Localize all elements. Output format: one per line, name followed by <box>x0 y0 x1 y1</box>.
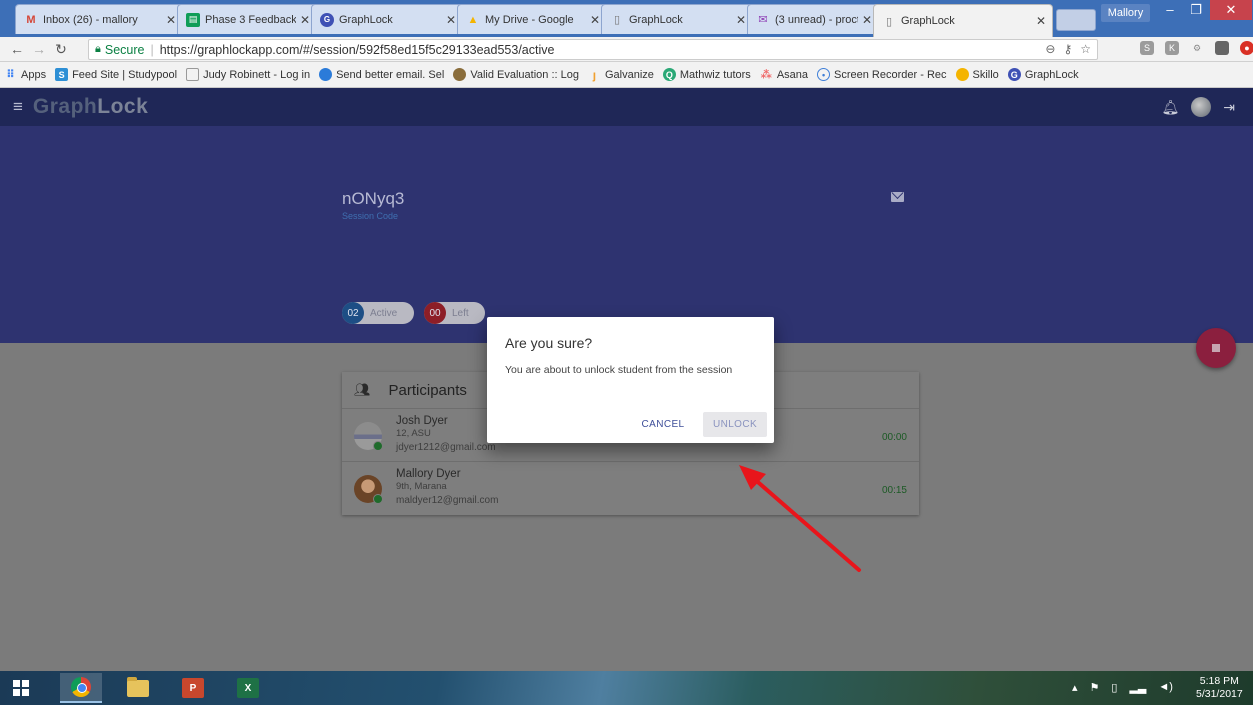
taskbar-chrome[interactable] <box>60 673 102 703</box>
battery-icon[interactable]: ▯ <box>1111 681 1117 694</box>
excel-icon: X <box>237 678 259 698</box>
volume-icon[interactable]: ◄) <box>1158 681 1173 694</box>
chevron-up-icon[interactable]: ▴ <box>1072 681 1078 694</box>
taskbar-clock[interactable]: 5:18 PM 5/31/2017 <box>1196 675 1243 701</box>
taskbar-powerpoint[interactable]: P <box>172 673 214 703</box>
signal-icon[interactable]: ▂▃ <box>1129 681 1146 694</box>
annotation-arrow <box>739 465 861 572</box>
chrome-icon <box>71 677 91 697</box>
windows-start-icon[interactable] <box>13 680 29 696</box>
folder-icon <box>127 676 149 697</box>
network-warning-icon[interactable]: ⚑ <box>1090 681 1100 694</box>
system-tray: ▴ ⚑ ▯ ▂▃ ◄) <box>1072 681 1173 694</box>
windows-taskbar: P X ▴ ⚑ ▯ ▂▃ ◄) 5:18 PM 5/31/2017 <box>0 671 1253 705</box>
taskbar-excel[interactable]: X <box>227 673 269 703</box>
powerpoint-icon: P <box>182 678 204 698</box>
taskbar-file-explorer[interactable] <box>117 673 159 703</box>
